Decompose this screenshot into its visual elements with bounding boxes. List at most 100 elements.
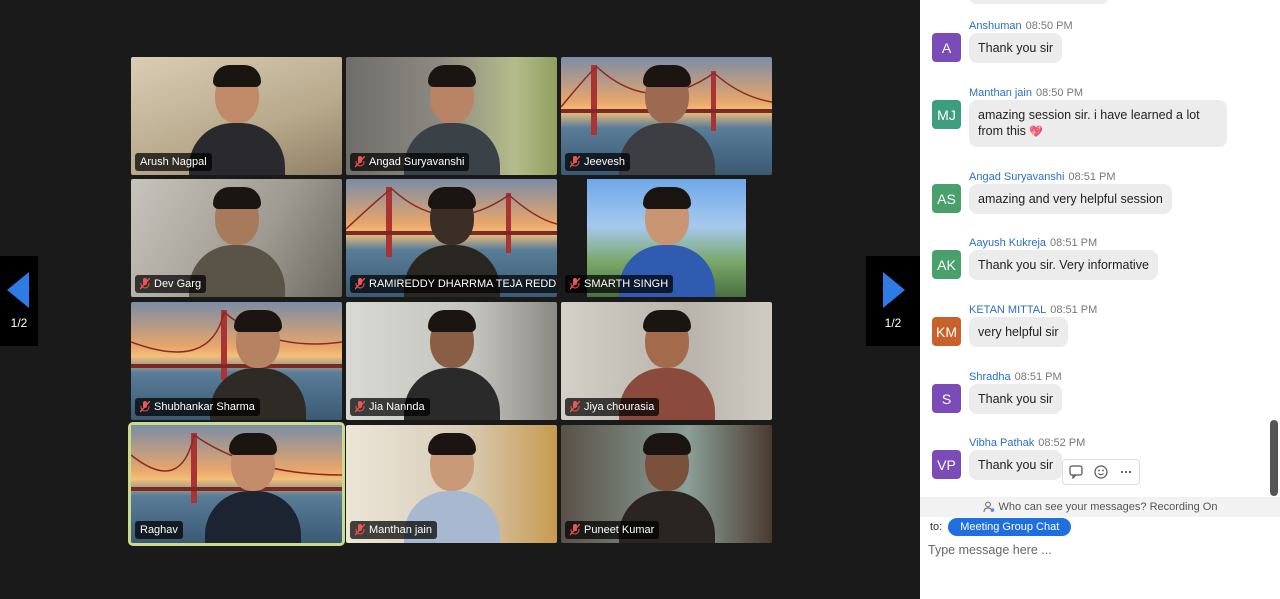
participant-name: RAMIREDDY DHARRMA TEJA REDDY (369, 278, 557, 290)
participant-name-tag: RAMIREDDY DHARRMA TEJA REDDY (350, 275, 557, 293)
chat-message[interactable]: AK Aayush Kukreja 08:51 PM Thank you sir.… (932, 237, 1272, 287)
participant-name: SMARTH SINGH (584, 278, 669, 290)
message-sender: Manthan jain (969, 87, 1032, 99)
video-tile[interactable]: Manthan jain (346, 425, 557, 543)
message-text: Thank you sir (969, 450, 1063, 480)
participant-name-tag: Jia Nannda (350, 398, 430, 416)
participant-name: Shubhankar Sharma (154, 401, 255, 413)
avatar: VP (932, 450, 961, 479)
mic-muted-icon (570, 524, 580, 536)
avatar: AS (932, 184, 961, 213)
participant-name-tag: Dev Garg (135, 275, 207, 293)
message-sender: Angad Suryavanshi (969, 171, 1065, 183)
participant-name: Jeevesh (584, 156, 625, 168)
next-page-button[interactable]: 1/2 (866, 256, 920, 346)
privacy-notice-text: Who can see your messages? Recording On (998, 501, 1218, 513)
message-text: Thank you sir (969, 33, 1063, 63)
video-tile-active-speaker[interactable]: Raghav (128, 422, 345, 546)
message-sender: KETAN MITTAL (969, 304, 1047, 316)
video-tile[interactable]: Shubhankar Sharma (131, 302, 342, 420)
video-tile[interactable]: Angad Suryavanshi (346, 57, 557, 175)
sparkling-heart-emoji: 💖 (1029, 126, 1044, 138)
avatar: KM (932, 317, 961, 346)
people-privacy-icon (983, 501, 994, 513)
message-text: amazing session sir. i have learned a lo… (978, 108, 1200, 138)
message-input[interactable] (928, 540, 1268, 560)
message-sender: Shradha (969, 371, 1011, 383)
participant-name: Angad Suryavanshi (369, 156, 465, 168)
previous-page-button[interactable]: 1/2 (0, 256, 38, 346)
chat-message[interactable]: KM KETAN MITTAL 08:51 PM very helpful sir (932, 304, 1272, 354)
message-text: Thank you sir. Very informative (969, 250, 1158, 280)
participant-name-tag: SMARTH SINGH (565, 275, 674, 293)
participant-name-tag: Manthan jain (350, 521, 437, 539)
message-text: Thank you sir (969, 384, 1063, 414)
message-time: 08:50 PM (1025, 20, 1073, 32)
participant-name-tag: Puneet Kumar (565, 521, 660, 539)
previous-message-bubble (969, 0, 1109, 4)
video-tile[interactable]: Arush Nagpal (131, 57, 342, 175)
reply-icon[interactable] (1069, 465, 1083, 479)
avatar: MJ (932, 100, 961, 129)
message-bubble: amazing session sir. i have learned a lo… (969, 100, 1227, 147)
participant-name: Jia Nannda (369, 401, 425, 413)
arrow-left-icon (7, 272, 29, 308)
chat-message[interactable]: A Anshuman 08:50 PM Thank you sir (932, 20, 1272, 70)
message-time: 08:51 PM (1068, 171, 1116, 183)
page-indicator: 1/2 (884, 316, 902, 330)
chat-message[interactable]: MJ Manthan jain 08:50 PM amazing session … (932, 87, 1272, 155)
participant-name: Arush Nagpal (140, 156, 207, 168)
message-time: 08:52 PM (1038, 437, 1086, 449)
participant-name-tag: Raghav (135, 521, 183, 539)
recipient-selector[interactable]: Meeting Group Chat (948, 518, 1072, 536)
recipient-row: to: Meeting Group Chat (930, 518, 1072, 536)
mic-muted-icon (355, 278, 365, 290)
emoji-reaction-icon[interactable] (1094, 465, 1108, 479)
avatar: AK (932, 250, 961, 279)
participant-name: Raghav (140, 524, 178, 536)
chat-scrollbar[interactable] (1270, 420, 1278, 496)
mic-muted-icon (570, 401, 580, 413)
participant-name: Manthan jain (369, 524, 432, 536)
mic-muted-icon (570, 278, 580, 290)
participant-figure (205, 433, 302, 543)
message-time: 08:51 PM (1050, 304, 1098, 316)
participant-figure (618, 65, 715, 175)
message-text: very helpful sir (969, 317, 1068, 347)
video-tile[interactable]: Puneet Kumar (561, 425, 772, 543)
more-options-icon[interactable] (1119, 465, 1133, 479)
message-actions-toolbar (1062, 459, 1140, 485)
chat-message[interactable]: S Shradha 08:51 PM Thank you sir (932, 371, 1272, 421)
mic-muted-icon (140, 401, 150, 413)
video-tile[interactable]: Jia Nannda (346, 302, 557, 420)
video-tile[interactable]: Jeevesh (561, 57, 772, 175)
participant-name: Dev Garg (154, 278, 202, 290)
participant-name-tag: Jeevesh (565, 153, 630, 171)
avatar: S (932, 384, 961, 413)
participant-name-tag: Angad Suryavanshi (350, 153, 470, 171)
mic-muted-icon (140, 278, 150, 290)
message-time: 08:51 PM (1050, 237, 1098, 249)
message-sender: Anshuman (969, 20, 1022, 32)
mic-muted-icon (570, 156, 580, 168)
mic-muted-icon (355, 524, 365, 536)
participant-name: Jiya chourasia (584, 401, 655, 413)
mic-muted-icon (355, 156, 365, 168)
video-tile[interactable]: RAMIREDDY DHARRMA TEJA REDDY (346, 179, 557, 297)
participant-name-tag: Arush Nagpal (135, 153, 212, 171)
privacy-notice[interactable]: Who can see your messages? Recording On (920, 497, 1280, 517)
message-sender: Aayush Kukreja (969, 237, 1047, 249)
avatar: A (932, 33, 961, 62)
participant-name: Puneet Kumar (584, 524, 655, 536)
video-tile[interactable]: Jiya chourasia (561, 302, 772, 420)
message-time: 08:50 PM (1036, 87, 1084, 99)
chat-message[interactable]: AS Angad Suryavanshi 08:51 PM amazing and… (932, 171, 1272, 221)
video-tile[interactable]: SMARTH SINGH (561, 179, 772, 297)
arrow-right-icon (883, 272, 905, 308)
message-text: amazing and very helpful session (969, 184, 1172, 214)
page-indicator: 1/2 (10, 316, 28, 330)
participant-name-tag: Jiya chourasia (565, 398, 660, 416)
video-tile[interactable]: Dev Garg (131, 179, 342, 297)
message-time: 08:51 PM (1014, 371, 1062, 383)
to-label: to: (930, 521, 943, 533)
